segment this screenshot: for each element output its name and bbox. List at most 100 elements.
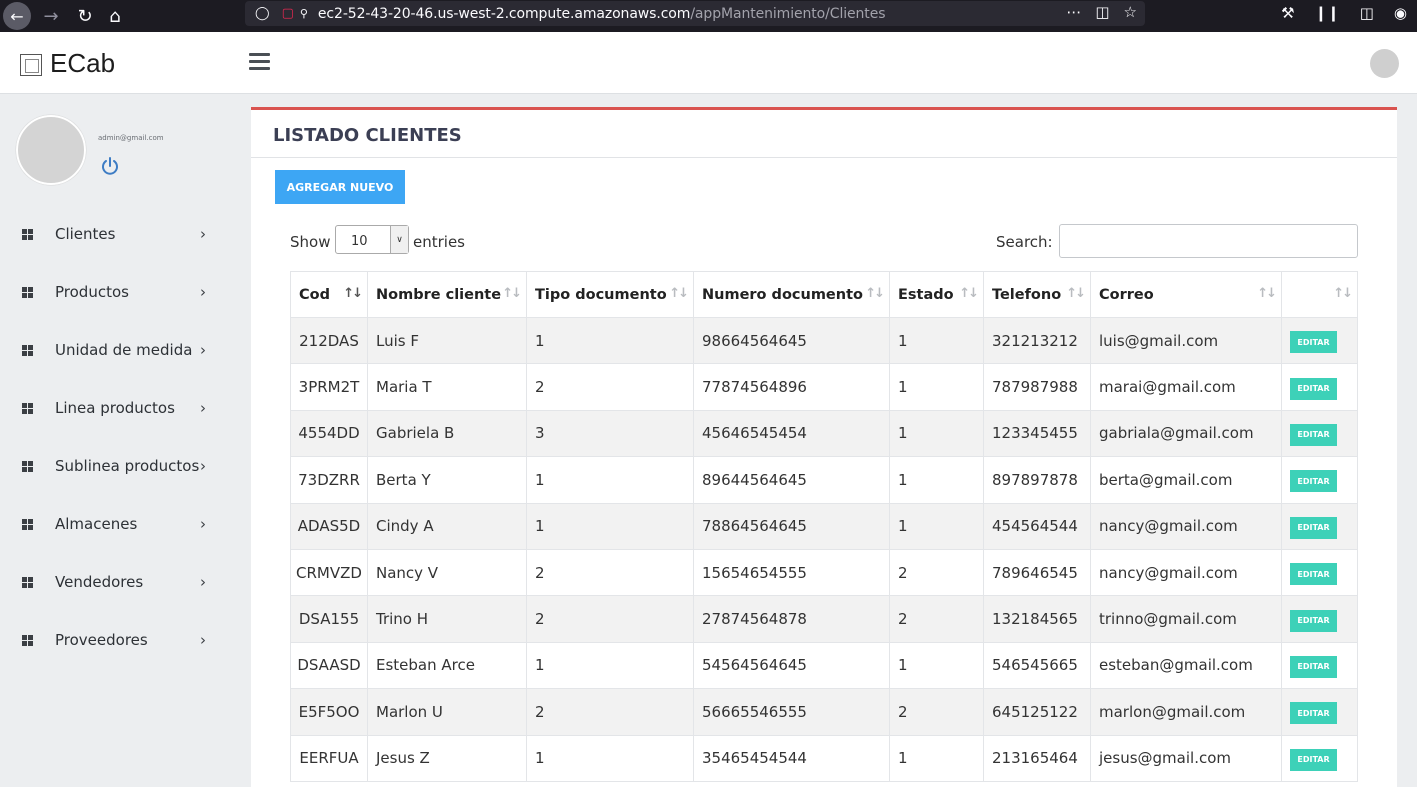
sort-icon[interactable]: ↑↓	[1257, 286, 1277, 301]
column-header-correo[interactable]: Correo ↑↓	[1090, 271, 1282, 318]
edit-button[interactable]: EDITAR	[1290, 563, 1337, 586]
sidebar-item-sublinea-productos[interactable]: Sublinea productos ›	[0, 446, 250, 486]
edit-button[interactable]: EDITAR	[1290, 331, 1337, 354]
table-cell: 2	[526, 595, 694, 643]
edit-button[interactable]: EDITAR	[1290, 702, 1337, 725]
back-icon[interactable]: ←	[3, 2, 31, 30]
table-row: 4554DD Gabriela B 3 45646545454 1 123345455 ga…	[290, 409, 1358, 458]
sidebar-item-proveedores[interactable]: Proveedores ›	[0, 620, 250, 660]
profile-email: admin@gmail.com	[98, 134, 164, 142]
library-icon[interactable]: ❙❙	[1315, 4, 1340, 22]
forward-icon[interactable]: →	[37, 2, 65, 30]
search-input[interactable]	[1059, 224, 1358, 258]
edit-button[interactable]: EDITAR	[1290, 609, 1337, 632]
column-header-estado[interactable]: Estado ↑↓	[889, 271, 984, 318]
more-icon[interactable]: ⋯	[1066, 3, 1081, 21]
table-cell-actions: EDITAR	[1281, 595, 1358, 643]
url-path: /appMantenimiento/Clientes	[690, 5, 886, 22]
column-header-label: Telefono	[992, 286, 1062, 303]
table-cell: 27874564878	[693, 595, 890, 643]
table-cell: ADAS5D	[290, 502, 368, 550]
address-bar[interactable]: ◯ ▢ ⚲ ec2-52-43-20-46.us-west-2.compute.…	[245, 1, 1145, 26]
sidebar-item-unidad-de-medida[interactable]: Unidad de medida ›	[0, 330, 250, 370]
shield-icon[interactable]: ◯	[255, 6, 270, 21]
table-row: EERFUA Jesus Z 1 35465454544 1 213165464 jesus…	[290, 734, 1358, 782]
user-avatar[interactable]	[1370, 49, 1399, 78]
column-header-actions[interactable]: ↑↓	[1281, 271, 1358, 318]
table-row: DSA155 Trino H 2 27874564878 2 132184565 trinn…	[290, 595, 1358, 643]
sidebar-item-productos[interactable]: Productos ›	[0, 272, 250, 312]
column-header-cod[interactable]: Cod ↑↓	[290, 271, 368, 318]
insecure-lock-icon[interactable]: ▢	[282, 6, 294, 21]
sidebar-item-almacenes[interactable]: Almacenes ›	[0, 504, 250, 544]
sort-icon[interactable]: ↑↓	[865, 286, 885, 301]
sidebar: admin@gmail.com Clientes › Productos › U…	[0, 94, 250, 773]
star-icon[interactable]: ☆	[1124, 3, 1137, 21]
table-row: 3PRM2T Maria T 2 77874564896 1 787987988 marai…	[290, 363, 1358, 411]
add-new-button[interactable]: AGREGAR NUEVO	[275, 170, 405, 204]
grid-icon	[22, 460, 33, 472]
home-icon[interactable]: ⌂	[101, 2, 129, 30]
content-card: LISTADO CLIENTES AGREGAR NUEVO Show 10 ∨…	[251, 107, 1397, 787]
grid-icon	[22, 634, 33, 646]
sidebar-item-label: Proveedores	[55, 631, 148, 649]
hamburger-menu-icon[interactable]	[249, 53, 270, 71]
chevron-right-icon: ›	[200, 225, 206, 243]
url-text[interactable]: ec2-52-43-20-46.us-west-2.compute.amazon…	[318, 5, 886, 22]
edit-button[interactable]: EDITAR	[1290, 516, 1337, 539]
sidebar-item-linea-productos[interactable]: Linea productos ›	[0, 388, 250, 428]
power-icon[interactable]	[100, 156, 120, 176]
sort-icon[interactable]: ↑↓	[669, 286, 689, 301]
edit-button[interactable]: EDITAR	[1290, 470, 1337, 493]
sort-icon[interactable]: ↑↓	[1333, 286, 1353, 301]
table-cell: 98664564645	[693, 316, 890, 365]
grid-icon	[22, 228, 33, 240]
table-cell: Maria T	[367, 363, 527, 411]
table-cell: 454564544	[983, 502, 1091, 550]
edit-button[interactable]: EDITAR	[1290, 377, 1337, 400]
column-header-nombre[interactable]: Nombre cliente ↑↓	[367, 271, 527, 318]
edit-button[interactable]: EDITAR	[1290, 423, 1337, 446]
sidebar-item-vendedores[interactable]: Vendedores ›	[0, 562, 250, 602]
sort-icon[interactable]: ↑↓	[1066, 286, 1086, 301]
table-cell: Berta Y	[367, 456, 527, 504]
pocket-icon[interactable]: ◫	[1095, 3, 1109, 21]
sidebar-item-clientes[interactable]: Clientes ›	[0, 214, 250, 254]
key-icon[interactable]: ⚲	[300, 7, 308, 20]
table-cell: DSA155	[290, 595, 368, 643]
table-cell: 1	[889, 316, 984, 365]
wrench-icon[interactable]: ⚒	[1281, 4, 1294, 22]
table-cell: 54564564645	[693, 641, 890, 690]
clients-table: Cod ↑↓ Nombre cliente ↑↓ Tipo documento ↑↓ …	[290, 271, 1358, 782]
reload-icon[interactable]: ↻	[71, 2, 99, 30]
edit-button[interactable]: EDITAR	[1290, 748, 1337, 771]
table-cell: Nancy V	[367, 548, 527, 597]
chevron-right-icon: ›	[200, 283, 206, 301]
table-cell: 73DZRR	[290, 456, 368, 504]
browser-toolbar: ← → ↻ ⌂ ◯ ▢ ⚲ ec2-52-43-20-46.us-west-2.…	[0, 0, 1417, 32]
account-icon[interactable]: ◉	[1394, 4, 1407, 22]
column-header-telefono[interactable]: Telefono ↑↓	[983, 271, 1091, 318]
column-header-numero-documento[interactable]: Numero documento ↑↓	[693, 271, 890, 318]
sort-icon[interactable]: ↑↓	[502, 286, 522, 301]
edit-button[interactable]: EDITAR	[1290, 655, 1337, 678]
table-cell-actions: EDITAR	[1281, 688, 1358, 736]
table-cell-actions: EDITAR	[1281, 502, 1358, 550]
table-cell: 1	[526, 641, 694, 690]
sort-icon[interactable]: ↑↓	[959, 286, 979, 301]
entries-select[interactable]: 10 ∨	[335, 225, 409, 254]
table-cell-actions: EDITAR	[1281, 363, 1358, 411]
sort-icon[interactable]: ↑↓	[343, 286, 363, 301]
column-header-tipo-documento[interactable]: Tipo documento ↑↓	[526, 271, 694, 318]
table-cell: gabriala@gmail.com	[1090, 409, 1282, 458]
grid-icon	[22, 576, 33, 588]
brand-title: ECab	[50, 48, 116, 78]
grid-icon	[22, 518, 33, 530]
grid-icon	[22, 402, 33, 414]
chevron-down-icon[interactable]: ∨	[390, 226, 408, 253]
sidebar-icon[interactable]: ◫	[1360, 4, 1374, 22]
table-cell: jesus@gmail.com	[1090, 734, 1282, 782]
table-cell: Luis F	[367, 316, 527, 365]
divider	[251, 157, 1397, 158]
table-cell: berta@gmail.com	[1090, 456, 1282, 504]
